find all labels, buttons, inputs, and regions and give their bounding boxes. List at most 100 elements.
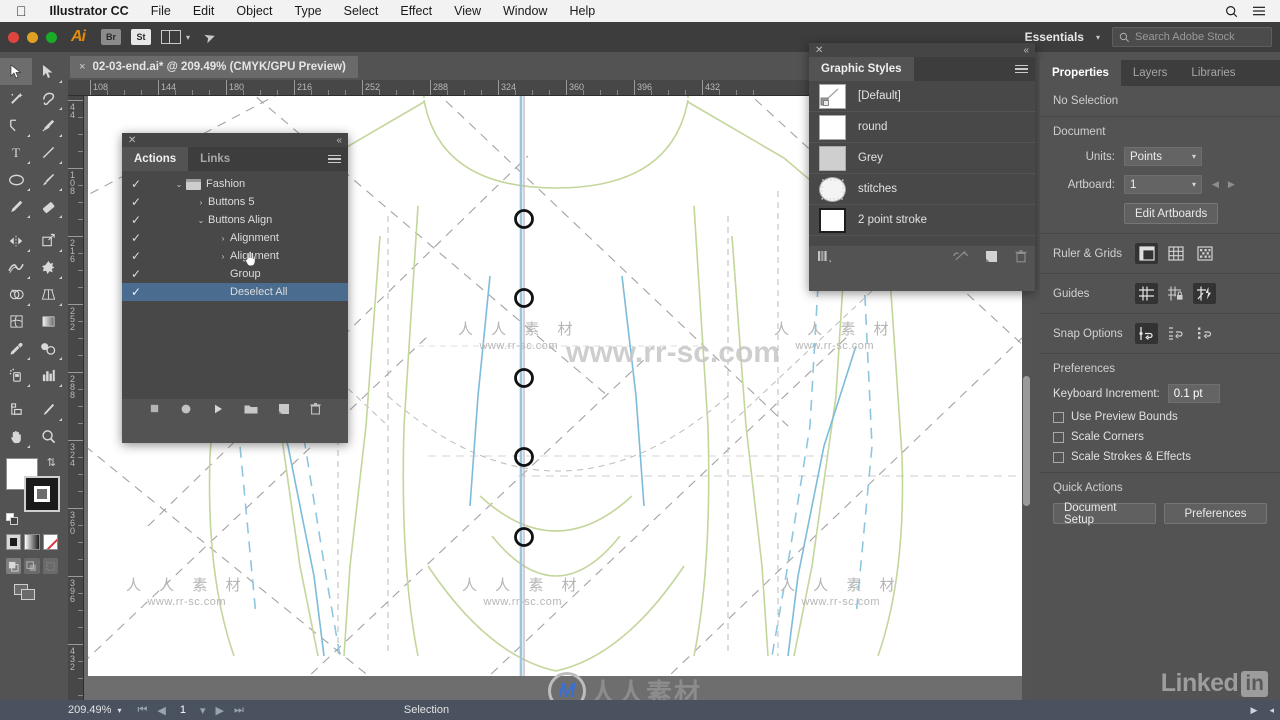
- paintbrush-tool[interactable]: [32, 166, 64, 193]
- actions-row[interactable]: ✓ Deselect All: [122, 283, 348, 301]
- chevron-down-icon[interactable]: ▾: [117, 706, 121, 715]
- preferences-button[interactable]: Preferences: [1164, 503, 1267, 524]
- tab-properties[interactable]: Properties: [1040, 60, 1121, 86]
- width-tool[interactable]: [0, 254, 32, 281]
- artboard-select[interactable]: 1 ▾: [1124, 175, 1202, 194]
- close-icon[interactable]: ✕: [815, 45, 823, 56]
- close-document-icon[interactable]: ×: [79, 61, 85, 73]
- next-artboard-button[interactable]: ▶: [215, 704, 223, 717]
- blend-tool[interactable]: [32, 335, 64, 362]
- snap-to-point-icon[interactable]: [1135, 323, 1158, 344]
- pencil-tool[interactable]: [0, 193, 32, 220]
- adobe-stock-search[interactable]: Search Adobe Stock: [1112, 27, 1272, 47]
- new-set-button[interactable]: [244, 403, 258, 418]
- status-play-icon[interactable]: ▶: [1251, 705, 1258, 716]
- actions-row[interactable]: ✓ › Alignment: [122, 229, 348, 247]
- menu-item-select[interactable]: Select: [333, 0, 390, 22]
- show-grid-icon[interactable]: [1164, 243, 1187, 264]
- symbol-sprayer-tool[interactable]: [0, 362, 32, 389]
- actions-row[interactable]: ✓ ⌄ Fashion: [122, 175, 348, 193]
- chevron-right-icon[interactable]: ›: [216, 234, 230, 243]
- actions-row[interactable]: ✓ › Buttons 5: [122, 193, 348, 211]
- keyboard-increment-input[interactable]: 0.1 pt: [1167, 384, 1220, 403]
- action-toggle-checkbox[interactable]: ✓: [122, 177, 150, 191]
- menu-item-type[interactable]: Type: [284, 0, 333, 22]
- graphic-style-item[interactable]: round: [809, 112, 1035, 143]
- chevron-right-icon[interactable]: ›: [216, 252, 230, 261]
- tab-actions[interactable]: Actions: [122, 147, 189, 171]
- menu-item-effect[interactable]: Effect: [389, 0, 443, 22]
- menu-item-object[interactable]: Object: [225, 0, 283, 22]
- minimize-window-button[interactable]: [27, 31, 38, 43]
- record-button[interactable]: [180, 403, 192, 418]
- scale-strokes-effects-checkbox[interactable]: Scale Strokes & Effects: [1053, 451, 1267, 463]
- previous-artboard-button[interactable]: ◀: [1212, 179, 1219, 190]
- lasso-tool[interactable]: [32, 85, 64, 112]
- action-toggle-checkbox[interactable]: ✓: [122, 267, 150, 281]
- actions-panel-titlebar[interactable]: ✕ «: [122, 133, 348, 147]
- workspace-switcher[interactable]: Essentials: [1025, 30, 1084, 44]
- color-mode-button[interactable]: [6, 534, 22, 550]
- stroke-color-swatch[interactable]: [24, 476, 60, 512]
- delete-style-button[interactable]: [1015, 250, 1027, 266]
- new-style-button[interactable]: [985, 250, 998, 266]
- chevron-down-icon[interactable]: ⌄: [194, 216, 208, 225]
- graphic-style-item[interactable]: stitches: [809, 174, 1035, 205]
- default-fill-stroke-icon[interactable]: [6, 513, 19, 526]
- search-icon[interactable]: [1225, 5, 1238, 18]
- actions-row[interactable]: ✓ ⌄ Buttons Align: [122, 211, 348, 229]
- status-menu-icon[interactable]: ◂: [1269, 705, 1274, 716]
- ellipse-tool[interactable]: [0, 166, 32, 193]
- current-artboard-value[interactable]: 1: [180, 704, 186, 716]
- scrollbar-thumb[interactable]: [1023, 376, 1030, 506]
- action-toggle-checkbox[interactable]: ✓: [122, 213, 150, 227]
- close-icon[interactable]: ✕: [128, 135, 136, 146]
- new-action-button[interactable]: [278, 403, 290, 418]
- action-toggle-checkbox[interactable]: ✓: [122, 195, 150, 209]
- previous-artboard-button[interactable]: ◀: [157, 704, 165, 717]
- first-artboard-button[interactable]: ⏮: [137, 704, 147, 717]
- edit-artboards-button[interactable]: Edit Artboards: [1124, 203, 1219, 224]
- stock-button[interactable]: St: [131, 29, 151, 45]
- graphic-styles-menu-button[interactable]: [1015, 57, 1035, 81]
- play-button[interactable]: [212, 403, 224, 418]
- show-rulers-icon[interactable]: [1135, 243, 1158, 264]
- graphic-style-item[interactable]: [Default]: [809, 81, 1035, 112]
- shape-builder-tool[interactable]: [0, 281, 32, 308]
- curvature-tool[interactable]: [32, 112, 64, 139]
- menu-item-window[interactable]: Window: [492, 0, 558, 22]
- menu-item-help[interactable]: Help: [558, 0, 606, 22]
- gradient-mode-button[interactable]: [24, 534, 40, 550]
- window-controls[interactable]: [8, 31, 57, 43]
- zoom-level-control[interactable]: 209.49% ▾: [68, 704, 121, 716]
- action-toggle-checkbox[interactable]: ✓: [122, 231, 150, 245]
- break-link-button[interactable]: [953, 250, 968, 266]
- eraser-tool[interactable]: [32, 193, 64, 220]
- arrange-documents-button[interactable]: ▾: [161, 30, 190, 44]
- gradient-tool[interactable]: [32, 308, 64, 335]
- collapse-icon[interactable]: «: [1023, 45, 1029, 56]
- actions-row[interactable]: ✓ › Alignment: [122, 247, 348, 265]
- lock-guides-icon[interactable]: [1164, 283, 1187, 304]
- show-guides-icon[interactable]: [1135, 283, 1158, 304]
- snap-to-pixel-icon[interactable]: [1193, 323, 1216, 344]
- tab-links[interactable]: Links: [188, 147, 242, 171]
- actions-row[interactable]: ✓ Group: [122, 265, 348, 283]
- bridge-button[interactable]: Br: [101, 29, 121, 45]
- actions-panel-menu-button[interactable]: [328, 147, 348, 171]
- none-mode-button[interactable]: [42, 534, 58, 550]
- magic-wand-tool[interactable]: [0, 85, 32, 112]
- menu-item-file[interactable]: File: [140, 0, 182, 22]
- swap-fill-stroke-icon[interactable]: ⇅: [47, 456, 56, 469]
- styles-libraries-button[interactable]: [817, 250, 833, 266]
- graphic-styles-titlebar[interactable]: ✕ «: [809, 43, 1035, 57]
- collapse-icon[interactable]: «: [336, 135, 342, 146]
- direct-selection-tool[interactable]: [32, 58, 64, 85]
- eyedropper-tool[interactable]: [0, 335, 32, 362]
- perspective-grid-tool[interactable]: [32, 281, 64, 308]
- document-setup-button[interactable]: Document Setup: [1053, 502, 1156, 526]
- action-toggle-checkbox[interactable]: ✓: [122, 285, 150, 299]
- zoom-tool[interactable]: [32, 423, 64, 450]
- change-screen-mode-button[interactable]: [14, 584, 38, 602]
- control-center-icon[interactable]: [1252, 5, 1266, 17]
